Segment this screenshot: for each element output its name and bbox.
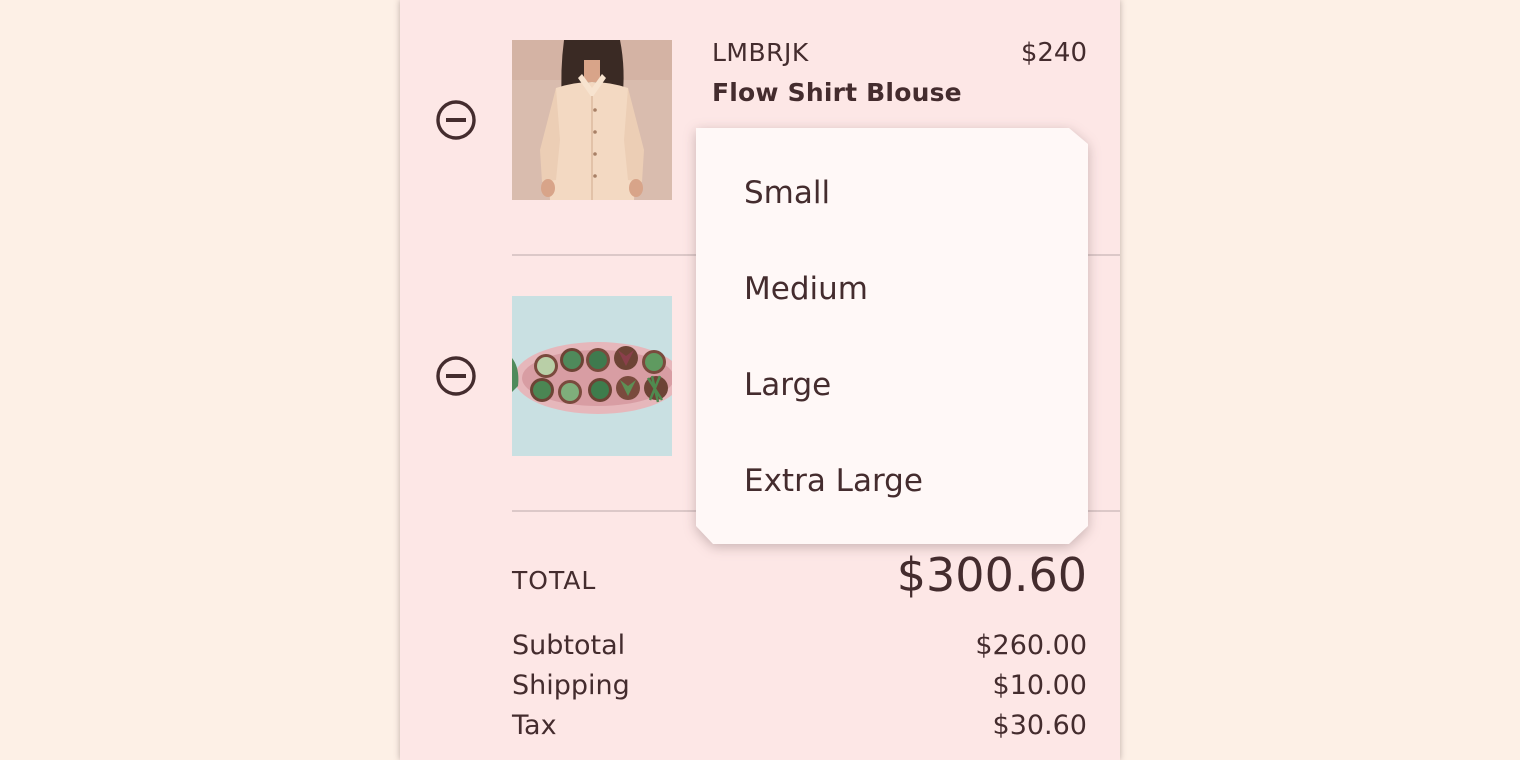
app-stage: LMBRJK Flow Shirt Blouse $240 TOTAL $300… — [0, 0, 1520, 760]
tax-label: Tax — [512, 710, 557, 741]
total-value: $300.60 — [896, 548, 1087, 602]
shipping-value: $10.00 — [992, 670, 1087, 701]
shipping-label: Shipping — [512, 670, 630, 701]
subtotal-label: Subtotal — [512, 630, 626, 661]
size-option-medium[interactable]: Medium — [696, 242, 1088, 338]
product-price: $240 — [1020, 38, 1087, 68]
blouse-photo — [512, 40, 672, 200]
product-brand: LMBRJK — [712, 38, 809, 67]
tax-value: $30.60 — [992, 710, 1087, 741]
size-menu: Small Medium Large Extra Large — [696, 128, 1088, 544]
size-option-large[interactable]: Large — [696, 338, 1088, 434]
size-option-extra-large[interactable]: Extra Large — [696, 434, 1088, 530]
remove-circle-icon[interactable] — [436, 356, 476, 396]
size-option-label: Small — [744, 175, 831, 211]
size-option-label: Medium — [744, 271, 868, 307]
product-name: Flow Shirt Blouse — [712, 78, 962, 107]
succulent-plants-photo — [512, 296, 672, 456]
size-option-label: Extra Large — [744, 463, 923, 499]
size-menu-surface: Small Medium Large Extra Large — [696, 128, 1088, 544]
size-option-label: Large — [744, 367, 832, 403]
size-option-small[interactable]: Small — [696, 146, 1088, 242]
total-label: TOTAL — [512, 566, 597, 595]
subtotal-value: $260.00 — [975, 630, 1087, 661]
remove-circle-icon[interactable] — [436, 100, 476, 140]
